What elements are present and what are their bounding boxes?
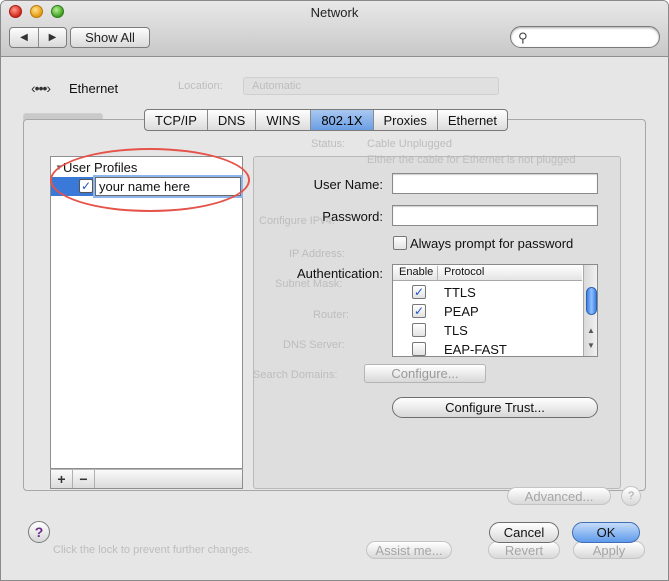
password-label: Password: (322, 209, 383, 224)
network-window: Network ◀ ▶ Show All ⚲ Location: Automat… (0, 0, 669, 581)
search-domains-label: Search Domains: (253, 369, 338, 381)
auth-row-eap-fast[interactable]: EAP-FAST (393, 340, 582, 357)
revert-button: Revert (488, 541, 560, 559)
tab-dns[interactable]: DNS (206, 110, 255, 130)
show-all-button[interactable]: Show All (70, 27, 150, 48)
profiles-header: User Profiles (63, 160, 138, 175)
lock-message: Click the lock to prevent further change… (53, 544, 253, 556)
apply-button: Apply (573, 541, 645, 559)
router-label: Router: (313, 309, 350, 321)
status-detail: Either the cable for Ethernet is not plu… (367, 154, 576, 166)
profile-name-field[interactable]: your name here (95, 177, 241, 196)
tab-802-1x[interactable]: 802.1X (310, 110, 373, 130)
tab-proxies[interactable]: Proxies (372, 110, 437, 130)
status-value: Cable Unplugged (367, 138, 453, 150)
authentication-table[interactable]: Enable Protocol ✓ TTLS ✓ PEAP TLS EAP-FA… (392, 264, 598, 357)
settings-tabs: TCP/IP DNS WINS 802.1X Proxies Ethernet (144, 109, 509, 131)
username-input[interactable] (392, 173, 598, 194)
forward-button[interactable]: ▶ (38, 28, 66, 47)
eap-fast-checkbox[interactable] (412, 342, 426, 356)
back-forward-control: ◀ ▶ (9, 27, 67, 48)
interface-label: Ethernet (69, 81, 119, 96)
tab-ethernet[interactable]: Ethernet (436, 110, 507, 130)
add-profile-button[interactable]: + (51, 470, 73, 488)
configure-button: Configure... (364, 364, 486, 383)
help-button[interactable]: ? (28, 521, 50, 543)
status-label: Status: (311, 138, 346, 150)
location-value: Automatic (252, 80, 301, 92)
location-popup: Automatic (243, 77, 499, 95)
tab-wins[interactable]: WINS (255, 110, 310, 130)
peap-checkbox[interactable]: ✓ (412, 304, 426, 318)
forward-arrow-icon: ▶ (48, 32, 57, 43)
configure-trust-button[interactable]: Configure Trust... (392, 397, 598, 418)
scroll-down-arrow-icon[interactable]: ▼ (587, 341, 595, 350)
assist-me-button: Assist me... (366, 541, 452, 559)
tls-checkbox[interactable] (412, 323, 426, 337)
enable-column-header: Enable (399, 266, 434, 278)
advanced-button: Advanced... (507, 487, 611, 505)
location-label: Location: (178, 80, 223, 92)
authentication-label: Authentication: (296, 266, 383, 281)
profile-row[interactable]: ✓ your name here (51, 177, 242, 196)
password-input[interactable] (392, 205, 598, 226)
ip-address-label: IP Address: (289, 248, 346, 260)
back-arrow-icon: ◀ (20, 32, 28, 43)
user-profiles-list[interactable]: ▼ User Profiles ✓ your name here (50, 156, 243, 469)
protocol-name: PEAP (444, 304, 479, 319)
auth-row-peap[interactable]: ✓ PEAP (393, 302, 582, 321)
always-prompt-checkbox[interactable] (393, 236, 407, 250)
protocol-name: TTLS (444, 285, 476, 300)
dns-server-label: DNS Server: (283, 339, 345, 351)
profile-add-remove-bar: + − (50, 469, 243, 489)
tab-tcpip[interactable]: TCP/IP (145, 110, 207, 130)
ttls-checkbox[interactable]: ✓ (412, 285, 426, 299)
search-icon: ⚲ (518, 30, 528, 45)
title-bar: Network ◀ ▶ Show All ⚲ (1, 1, 668, 57)
back-button[interactable]: ◀ (10, 28, 38, 47)
always-prompt-label: Always prompt for password (410, 236, 574, 251)
disclosure-triangle-icon[interactable]: ▼ (55, 163, 63, 172)
scroll-up-arrow-icon[interactable]: ▲ (587, 326, 595, 335)
protocol-column-header: Protocol (437, 266, 484, 281)
scroll-thumb[interactable] (586, 287, 597, 315)
auth-row-tls[interactable]: TLS (393, 321, 582, 340)
protocol-name: TLS (444, 323, 468, 338)
auth-scrollbar[interactable]: ▲ ▼ (583, 265, 597, 356)
remove-profile-button[interactable]: − (73, 470, 95, 488)
profile-enabled-checkbox[interactable]: ✓ (79, 179, 93, 193)
auth-row-ttls[interactable]: ✓ TTLS (393, 283, 582, 302)
cancel-button[interactable]: Cancel (489, 522, 559, 543)
auth-table-header: Enable Protocol (393, 265, 582, 281)
username-label: User Name: (313, 177, 383, 192)
ethernet-icon: ‹•••› (31, 80, 51, 96)
ok-button[interactable]: OK (572, 522, 640, 543)
window-title: Network (310, 5, 359, 20)
search-input[interactable]: ⚲ (510, 26, 660, 48)
ghost-help-button: ? (621, 486, 641, 506)
protocol-name: EAP-FAST (444, 342, 507, 357)
